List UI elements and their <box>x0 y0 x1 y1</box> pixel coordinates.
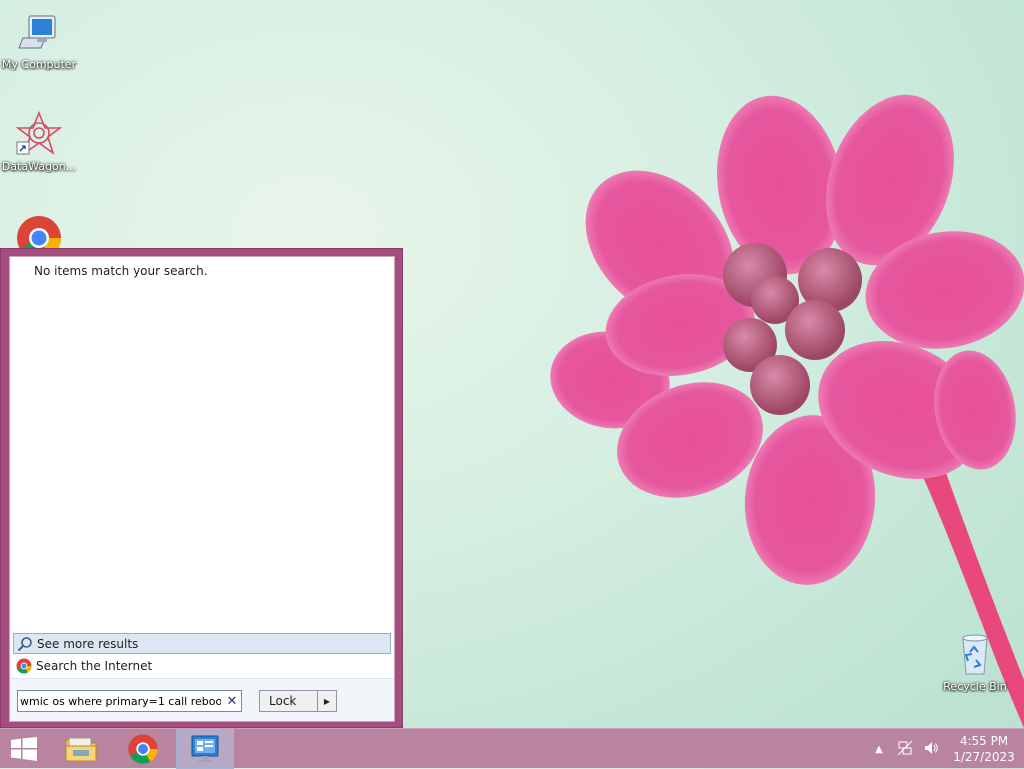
file-explorer-taskbar-button[interactable] <box>52 729 110 769</box>
computer-icon <box>18 15 56 49</box>
chrome-icon <box>128 734 158 764</box>
desktop-icon-recycle-bin[interactable]: Recycle Bin <box>936 630 1014 693</box>
search-results-panel: No items match your search. See more res… <box>9 256 395 722</box>
lock-button[interactable]: Lock <box>260 691 318 711</box>
volume-icon[interactable] <box>923 740 939 759</box>
no-results-message: No items match your search. <box>34 264 208 278</box>
search-input[interactable] <box>18 694 223 708</box>
desktop-icon-label: Recycle Bin <box>943 680 1007 693</box>
start-menu: No items match your search. See more res… <box>0 248 403 728</box>
desktop-icon-my-computer[interactable]: My Computer <box>0 8 78 71</box>
power-options-arrow-icon[interactable]: ▶ <box>318 691 336 711</box>
start-button[interactable] <box>0 729 48 769</box>
see-more-label: See more results <box>37 636 139 651</box>
folder-icon <box>65 737 97 762</box>
search-box[interactable]: ✕ <box>17 690 242 712</box>
windows-logo-icon <box>11 737 37 761</box>
datawagon-icon <box>15 110 63 156</box>
taskbar: ▲ 4:55 PM 1/27/2023 <box>0 728 1024 769</box>
start-menu-bottom-bar: ✕ Lock ▶ <box>10 678 394 721</box>
clock-time: 4:55 PM <box>959 734 1009 748</box>
desktop-icon-label: My Computer <box>1 58 77 71</box>
desktop-icon-label: DataWagon... <box>1 160 77 173</box>
system-tray: ▲ 4:55 PM 1/27/2023 <box>866 729 1024 769</box>
lock-split-button[interactable]: Lock ▶ <box>259 690 337 712</box>
chrome-icon <box>17 216 61 248</box>
desktop-icon-chrome[interactable] <box>0 212 78 248</box>
chrome-taskbar-button[interactable] <box>114 729 172 769</box>
recycle-bin-icon <box>962 634 988 675</box>
server-manager-taskbar-button[interactable] <box>176 729 234 769</box>
server-manager-icon <box>191 735 219 762</box>
desktop-icon-datawagon[interactable]: DataWagon... <box>0 110 78 173</box>
search-internet-label: Search the Internet <box>36 658 153 673</box>
search-internet-link[interactable]: Search the Internet <box>13 655 391 676</box>
search-icon <box>17 636 32 651</box>
network-icon[interactable] <box>897 740 913 759</box>
clock-date: 1/27/2023 <box>953 750 1015 764</box>
taskbar-clock[interactable]: 4:55 PM 1/27/2023 <box>944 733 1024 765</box>
see-more-results-link[interactable]: See more results <box>13 633 391 654</box>
chrome-icon <box>16 658 32 673</box>
show-hidden-icons-icon[interactable]: ▲ <box>871 744 887 755</box>
clear-search-icon[interactable]: ✕ <box>223 694 241 709</box>
